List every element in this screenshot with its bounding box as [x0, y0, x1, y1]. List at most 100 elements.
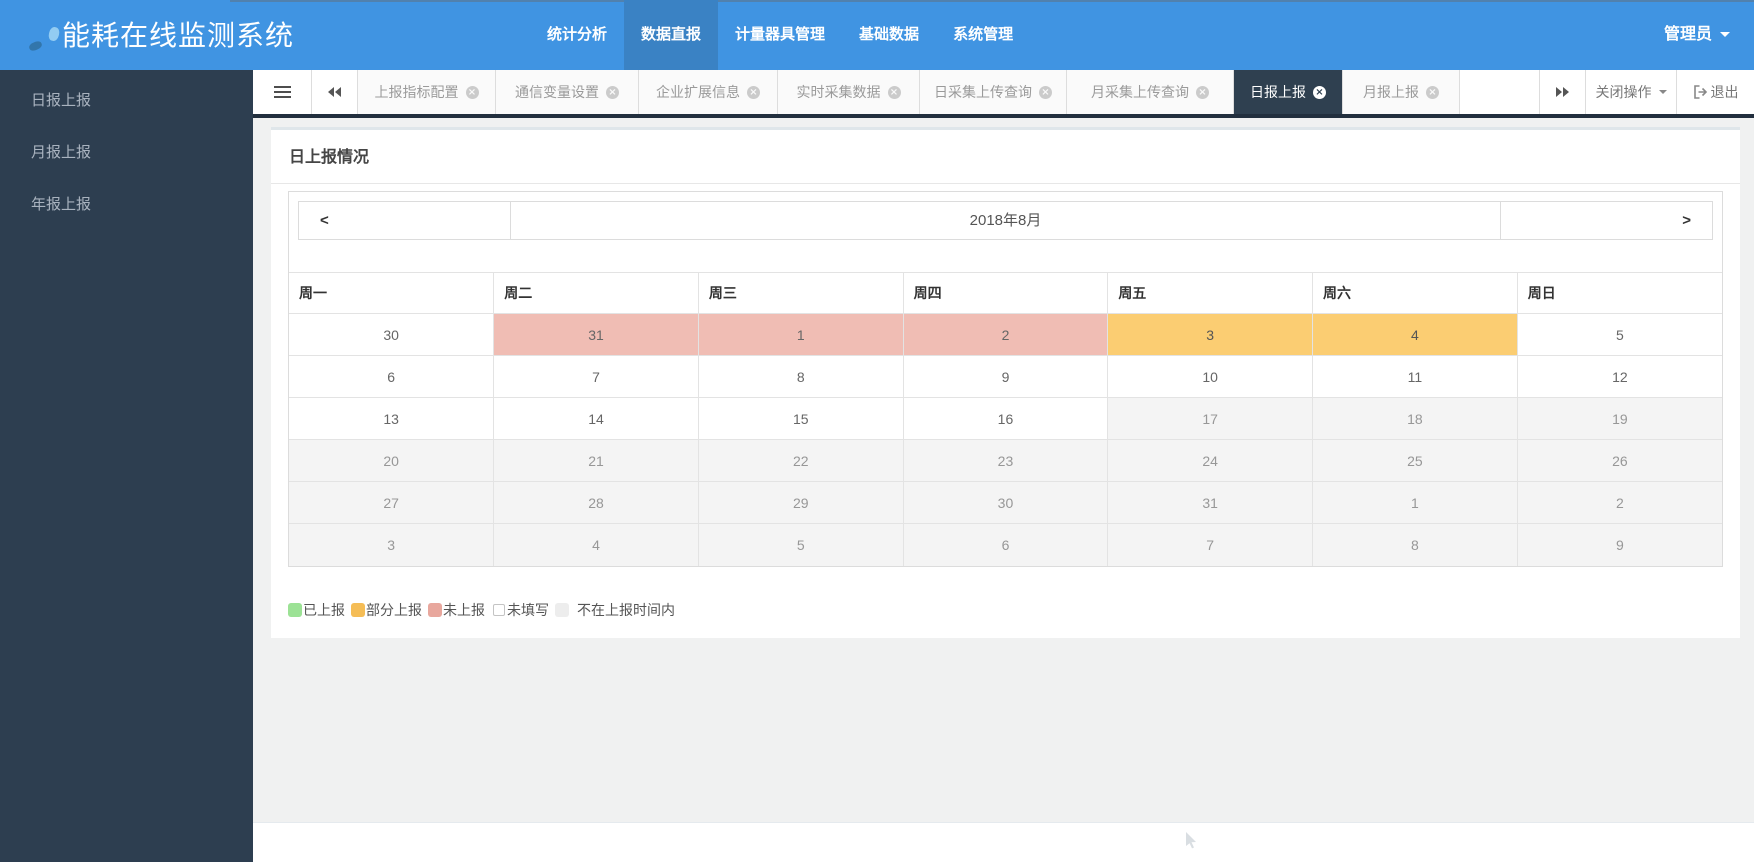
calendar-day-cell[interactable]: 31 — [494, 314, 699, 356]
calendar-week-row: 13141516171819 — [289, 398, 1722, 440]
calendar-day-cell[interactable]: 20 — [289, 440, 494, 482]
tab-item[interactable]: 月采集上传查询× — [1067, 70, 1234, 114]
tab-label: 日报上报 — [1250, 82, 1306, 102]
close-operations-dropdown[interactable]: 关闭操作 — [1585, 70, 1676, 114]
calendar-day-cell[interactable]: 9 — [1517, 524, 1722, 566]
calendar-day-cell[interactable]: 14 — [494, 398, 699, 440]
legend-swatch-part — [351, 603, 365, 617]
calendar-day-cell[interactable]: 3 — [1108, 314, 1313, 356]
backward-icon — [327, 86, 342, 98]
legend-label: 未填写 — [507, 600, 549, 620]
nav-menu-item[interactable]: 系统管理 — [936, 0, 1030, 70]
calendar-day-cell[interactable]: 7 — [494, 356, 699, 398]
tab-close-icon[interactable]: × — [1426, 86, 1439, 99]
tab-close-icon[interactable]: × — [1313, 86, 1326, 99]
sidebar-item[interactable]: 月报上报 — [0, 127, 253, 179]
tab-close-icon[interactable]: × — [606, 86, 619, 99]
calendar-day-cell[interactable]: 21 — [494, 440, 699, 482]
calendar-day-cell[interactable]: 15 — [698, 398, 903, 440]
calendar-day-cell[interactable]: 28 — [494, 482, 699, 524]
scroll-tabs-left-button[interactable] — [312, 70, 358, 114]
calendar-day-cell[interactable]: 1 — [1313, 482, 1518, 524]
tab-item[interactable]: 实时采集数据 × — [778, 70, 920, 114]
sidebar-item[interactable]: 日报上报 — [0, 75, 253, 127]
legend-item: 部分上报 — [351, 600, 422, 620]
calendar-day-cell[interactable]: 23 — [903, 440, 1108, 482]
calendar-day-cell[interactable]: 4 — [1313, 314, 1518, 356]
tab-item[interactable]: 上报指标配置 × — [358, 70, 496, 114]
calendar-day-cell[interactable]: 10 — [1108, 356, 1313, 398]
calendar-day-cell[interactable]: 22 — [698, 440, 903, 482]
tab-close-icon[interactable]: × — [747, 86, 760, 99]
calendar-day-cell[interactable]: 30 — [903, 482, 1108, 524]
exit-button[interactable]: 退出 — [1676, 70, 1754, 114]
weekday-header-cell: 周四 — [903, 273, 1108, 314]
user-name: 管理员 — [1664, 26, 1712, 43]
calendar-day-cell[interactable]: 5 — [1517, 314, 1722, 356]
previous-month-button[interactable]: < — [299, 202, 511, 239]
calendar-day-cell[interactable]: 18 — [1313, 398, 1518, 440]
nav-menu-item[interactable]: 统计分析 — [530, 0, 624, 70]
calendar-day-cell[interactable]: 24 — [1108, 440, 1313, 482]
legend-label: 已上报 — [303, 600, 345, 620]
calendar-day-cell[interactable]: 11 — [1313, 356, 1518, 398]
legend-item: 已上报 — [288, 600, 345, 620]
calendar-day-cell[interactable]: 8 — [1313, 524, 1518, 566]
sidebar-item[interactable]: 年报上报 — [0, 179, 253, 231]
legend-item: 不在上报时间内 — [555, 600, 675, 620]
tab-label: 上报指标配置 — [375, 82, 459, 102]
tab-close-icon[interactable]: × — [1039, 86, 1052, 99]
tab-close-icon[interactable]: × — [466, 86, 479, 99]
calendar-day-cell[interactable]: 25 — [1313, 440, 1518, 482]
collapse-menu-button[interactable] — [253, 70, 312, 114]
calendar-day-cell[interactable]: 4 — [494, 524, 699, 566]
calendar-day-cell[interactable]: 6 — [903, 524, 1108, 566]
legend-swatch-na — [555, 603, 569, 617]
calendar-day-cell[interactable]: 29 — [698, 482, 903, 524]
tab-close-icon[interactable]: × — [1196, 86, 1209, 99]
calendar-day-cell[interactable]: 26 — [1517, 440, 1722, 482]
nav-menu-item[interactable]: 计量器具管理 — [718, 0, 842, 70]
calendar-day-cell[interactable]: 13 — [289, 398, 494, 440]
calendar-day-cell[interactable]: 17 — [1108, 398, 1313, 440]
panel-body: < 2018年8月 > 周一周二周三周四周五周六周日 3031123456789… — [271, 184, 1740, 618]
nav-menu-item[interactable]: 基础数据 — [842, 0, 936, 70]
tab-item[interactable]: 企业扩展信息× — [639, 70, 778, 114]
tab-item[interactable]: 通信变量设置× — [496, 70, 639, 114]
scroll-tabs-right-button[interactable] — [1539, 70, 1585, 114]
calendar-day-cell[interactable]: 5 — [698, 524, 903, 566]
next-month-button[interactable]: > — [1500, 202, 1712, 239]
tab-label: 实时采集数据 — [797, 82, 881, 102]
calendar-day-cell[interactable]: 16 — [903, 398, 1108, 440]
tab-item[interactable]: 月报上报 × — [1343, 70, 1460, 114]
calendar-day-cell[interactable]: 8 — [698, 356, 903, 398]
calendar-day-cell[interactable]: 9 — [903, 356, 1108, 398]
calendar-day-cell[interactable]: 30 — [289, 314, 494, 356]
calendar-day-cell[interactable]: 2 — [1517, 482, 1722, 524]
tab-close-icon[interactable]: × — [888, 86, 901, 99]
weekday-header-cell: 周三 — [698, 273, 903, 314]
legend-label: 未上报 — [443, 600, 485, 620]
calendar-day-cell[interactable]: 12 — [1517, 356, 1722, 398]
calendar-body: 3031123456789101112131415161718192021222… — [289, 314, 1722, 566]
weekday-header-cell: 周一 — [289, 273, 494, 314]
tabbar-empty-space — [1460, 70, 1539, 114]
calendar-day-cell[interactable]: 7 — [1108, 524, 1313, 566]
tab-label: 月报上报 — [1363, 82, 1419, 102]
calendar-day-cell[interactable]: 19 — [1517, 398, 1722, 440]
tab-active[interactable]: 日报上报 × — [1234, 70, 1343, 114]
calendar-table: 周一周二周三周四周五周六周日 3031123456789101112131415… — [289, 272, 1722, 566]
nav-menu-item[interactable]: 数据直报 — [624, 0, 718, 70]
user-dropdown[interactable]: 管理员 — [1664, 0, 1730, 70]
tab-item[interactable]: 日采集上传查询 × — [920, 70, 1067, 114]
legend-swatch-miss — [428, 603, 442, 617]
calendar-day-cell[interactable]: 27 — [289, 482, 494, 524]
tab-label: 日采集上传查询 — [934, 82, 1032, 102]
calendar-day-cell[interactable]: 2 — [903, 314, 1108, 356]
calendar-week-row: 3456789 — [289, 524, 1722, 566]
calendar-day-cell[interactable]: 3 — [289, 524, 494, 566]
calendar-day-cell[interactable]: 1 — [698, 314, 903, 356]
calendar-day-cell[interactable]: 31 — [1108, 482, 1313, 524]
calendar-day-cell[interactable]: 6 — [289, 356, 494, 398]
weekday-header-cell: 周六 — [1313, 273, 1518, 314]
